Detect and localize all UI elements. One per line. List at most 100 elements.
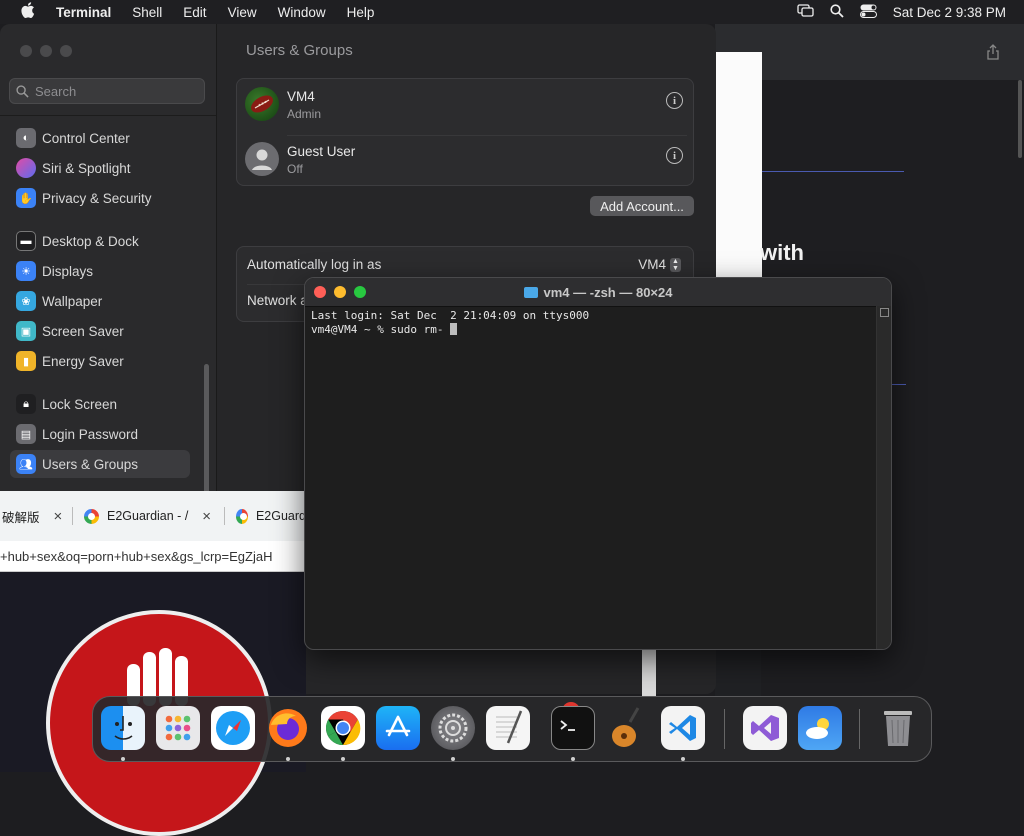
dock: 1 xyxy=(92,696,932,762)
menu-help[interactable]: Help xyxy=(347,5,375,20)
sidebar-item-label: Control Center xyxy=(42,130,130,146)
launchpad-icon[interactable] xyxy=(156,706,200,750)
menu-clock[interactable]: Sat Dec 2 9:38 PM xyxy=(893,5,1006,20)
terminal-output[interactable]: Last login: Sat Dec 2 21:04:09 on ttys00… xyxy=(311,309,589,337)
apple-icon[interactable] xyxy=(21,2,35,22)
google-icon xyxy=(236,508,248,524)
terminal-scrollbar[interactable] xyxy=(876,306,891,649)
menu-window[interactable]: Window xyxy=(278,5,326,20)
user-row-guest[interactable]: Guest User Off i xyxy=(245,136,685,186)
sidebar-item-control-center[interactable]: ◐ Control Center xyxy=(10,124,190,152)
safari-icon[interactable] xyxy=(211,706,255,750)
auto-login-select[interactable]: VM4 ▲ ▼ xyxy=(638,257,681,272)
sidebar-item-users-groups[interactable]: 👥︎ Users & Groups xyxy=(10,450,190,478)
avatar xyxy=(245,87,279,121)
add-account-button[interactable]: Add Account... xyxy=(590,196,694,216)
row-divider xyxy=(287,135,687,136)
running-indicator xyxy=(451,757,455,761)
sidebar-item-label: Wallpaper xyxy=(42,293,103,309)
tab-item[interactable]: 破解版 × xyxy=(0,491,70,541)
sidebar-item-energy-saver[interactable]: ▮ Energy Saver xyxy=(10,347,190,375)
weather-icon[interactable] xyxy=(798,706,842,750)
menu-edit[interactable]: Edit xyxy=(183,5,206,20)
terminal-icon[interactable] xyxy=(551,706,595,750)
spotlight-search-icon[interactable] xyxy=(830,3,844,21)
textedit-icon[interactable] xyxy=(486,706,530,750)
chevron-updown-icon: ▲ ▼ xyxy=(670,257,681,272)
address-bar[interactable]: +hub+sex&oq=porn+hub+sex&gs_lcrp=EgZjaH xyxy=(0,541,306,572)
minimize-button[interactable] xyxy=(40,45,52,57)
menu-shell[interactable]: Shell xyxy=(132,5,162,20)
terminal-window: vm4 — -zsh — 80×24 Last login: Sat Dec 2… xyxy=(304,277,892,650)
chrome-icon[interactable] xyxy=(321,706,365,750)
terminal-title-label: vm4 — -zsh — 80×24 xyxy=(543,284,673,300)
trash-icon[interactable] xyxy=(876,706,920,750)
page-title: Users & Groups xyxy=(246,42,353,59)
search-placeholder: Search xyxy=(35,83,77,99)
close-icon[interactable]: × xyxy=(202,508,211,525)
sidebar-scrollbar[interactable] xyxy=(204,364,209,494)
running-indicator xyxy=(681,757,685,761)
close-button[interactable] xyxy=(20,45,32,57)
browser-scrollbar[interactable] xyxy=(1018,80,1022,158)
auto-login-value: VM4 xyxy=(638,257,666,272)
visual-studio-icon[interactable] xyxy=(743,706,787,750)
sidebar-item-wallpaper[interactable]: ❀ Wallpaper xyxy=(10,287,190,315)
password-lock-icon: ▤ xyxy=(16,424,36,444)
info-icon[interactable]: i xyxy=(666,92,683,109)
avatar xyxy=(245,142,279,176)
screen-saver-icon: ▣ xyxy=(16,321,36,341)
sidebar-item-siri-spotlight[interactable]: Siri & Spotlight xyxy=(10,154,190,182)
info-icon[interactable]: i xyxy=(666,147,683,164)
system-settings-icon[interactable] xyxy=(431,706,475,750)
menu-view[interactable]: View xyxy=(228,5,257,20)
control-center-icon[interactable] xyxy=(859,4,877,21)
search-input[interactable]: Search xyxy=(9,78,205,104)
tab-item[interactable]: E2Guardian - / × xyxy=(84,491,224,541)
browser-tab-bar: 破解版 × E2Guardian - / × E2Guard xyxy=(0,491,306,541)
search-icon xyxy=(16,84,29,98)
screen-mirroring-icon[interactable] xyxy=(797,4,814,20)
settings-sidebar: Search ◐ Control Center Siri & Spotlight… xyxy=(0,24,217,494)
sidebar-item-login-password[interactable]: ▤ Login Password xyxy=(10,420,190,448)
sidebar-item-displays[interactable]: ☀ Displays xyxy=(10,257,190,285)
sidebar-item-screen-saver[interactable]: ▣ Screen Saver xyxy=(10,317,190,345)
close-icon[interactable]: × xyxy=(54,508,63,525)
divider-line xyxy=(890,384,906,385)
user-role: Admin xyxy=(287,107,322,121)
terminal-title: vm4 — -zsh — 80×24 xyxy=(305,278,891,306)
scroll-button[interactable] xyxy=(880,308,889,317)
window-strip xyxy=(642,648,656,696)
hand-icon: ✋ xyxy=(16,188,36,208)
terminal-titlebar[interactable]: vm4 — -zsh — 80×24 xyxy=(305,278,891,307)
sidebar-item-label: Energy Saver xyxy=(42,353,124,369)
wallpaper-icon: ❀ xyxy=(16,291,36,311)
running-indicator xyxy=(121,757,125,761)
users-icon: 👥︎ xyxy=(16,454,36,474)
firefox-icon[interactable] xyxy=(266,706,310,750)
control-center-icon: ◐ xyxy=(16,128,36,148)
sidebar-item-label: Desktop & Dock xyxy=(42,233,139,249)
users-list: VM4 Admin i Guest User Off i xyxy=(236,78,694,186)
dock-separator xyxy=(724,709,725,749)
sidebar-item-label: Displays xyxy=(42,263,94,279)
share-icon[interactable] xyxy=(986,44,1000,60)
sidebar-item-privacy-security[interactable]: ✋ Privacy & Security xyxy=(10,184,190,212)
terminal-line: Last login: Sat Dec 2 21:04:09 on ttys00… xyxy=(311,309,590,322)
text-cursor xyxy=(450,323,458,335)
app-store-icon[interactable] xyxy=(376,706,420,750)
finder-icon[interactable] xyxy=(101,706,145,750)
menu-app-name[interactable]: Terminal xyxy=(56,5,111,20)
tab-item[interactable]: E2Guard xyxy=(236,491,306,541)
user-row-vm4[interactable]: VM4 Admin i xyxy=(245,81,685,131)
sidebar-item-lock-screen[interactable]: 🔒︎ Lock Screen xyxy=(10,390,190,418)
tab-label: E2Guard xyxy=(255,509,306,523)
zoom-button[interactable] xyxy=(60,45,72,57)
lock-icon: 🔒︎ xyxy=(16,394,36,414)
vscode-icon[interactable] xyxy=(661,706,705,750)
garageband-icon[interactable] xyxy=(606,706,650,750)
sidebar-item-label: Screen Saver xyxy=(42,323,124,339)
sidebar-divider xyxy=(0,115,216,116)
sidebar-item-desktop-dock[interactable]: ▬ Desktop & Dock xyxy=(10,227,190,255)
network-label: Network a xyxy=(247,293,308,308)
